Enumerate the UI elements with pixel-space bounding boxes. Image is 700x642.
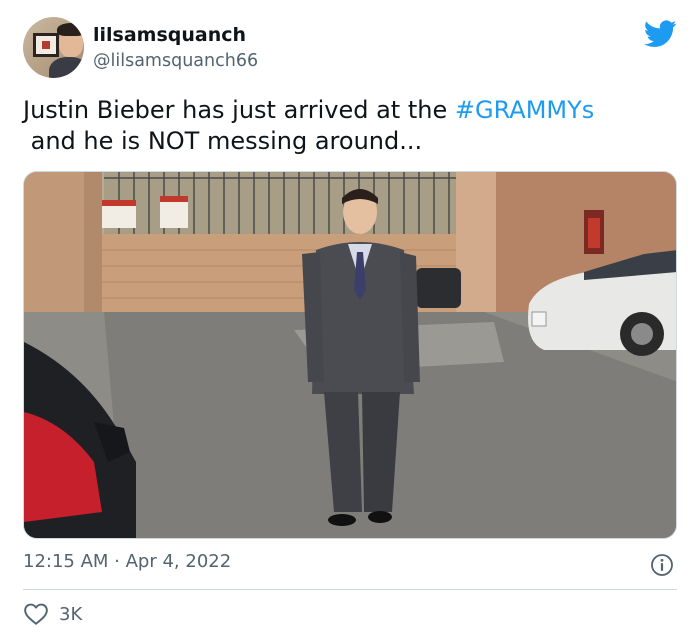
info-icon[interactable]: [650, 553, 674, 577]
avatar-hair: [57, 23, 84, 36]
tweet-timestamp[interactable]: 12:15 AM · Apr 4, 2022: [23, 551, 231, 572]
twitter-bird-icon[interactable]: [644, 20, 677, 48]
avatar-body: [49, 57, 84, 78]
tweet-text-line2: and he is NOT messing around...: [23, 127, 423, 155]
avatar[interactable]: [23, 17, 84, 78]
author-display-name[interactable]: lilsamsquanch: [93, 24, 246, 46]
like-count: 3K: [59, 603, 83, 625]
author-handle[interactable]: @lilsamsquanch66: [93, 51, 258, 71]
divider: [23, 589, 677, 590]
tweet-media-image[interactable]: [23, 171, 677, 539]
tweet-card: lilsamsquanch @lilsamsquanch66 Justin Bi…: [0, 0, 700, 642]
tweet-text-line1: Justin Bieber has just arrived at the: [23, 96, 455, 124]
hashtag-link[interactable]: #GRAMMYs: [455, 96, 594, 124]
avatar-picture-frame: [33, 33, 59, 57]
parking-garage-scene: [24, 172, 676, 538]
tweet-text: Justin Bieber has just arrived at the #G…: [23, 95, 663, 157]
like-button[interactable]: 3K: [23, 601, 82, 627]
heart-icon: [24, 603, 48, 625]
